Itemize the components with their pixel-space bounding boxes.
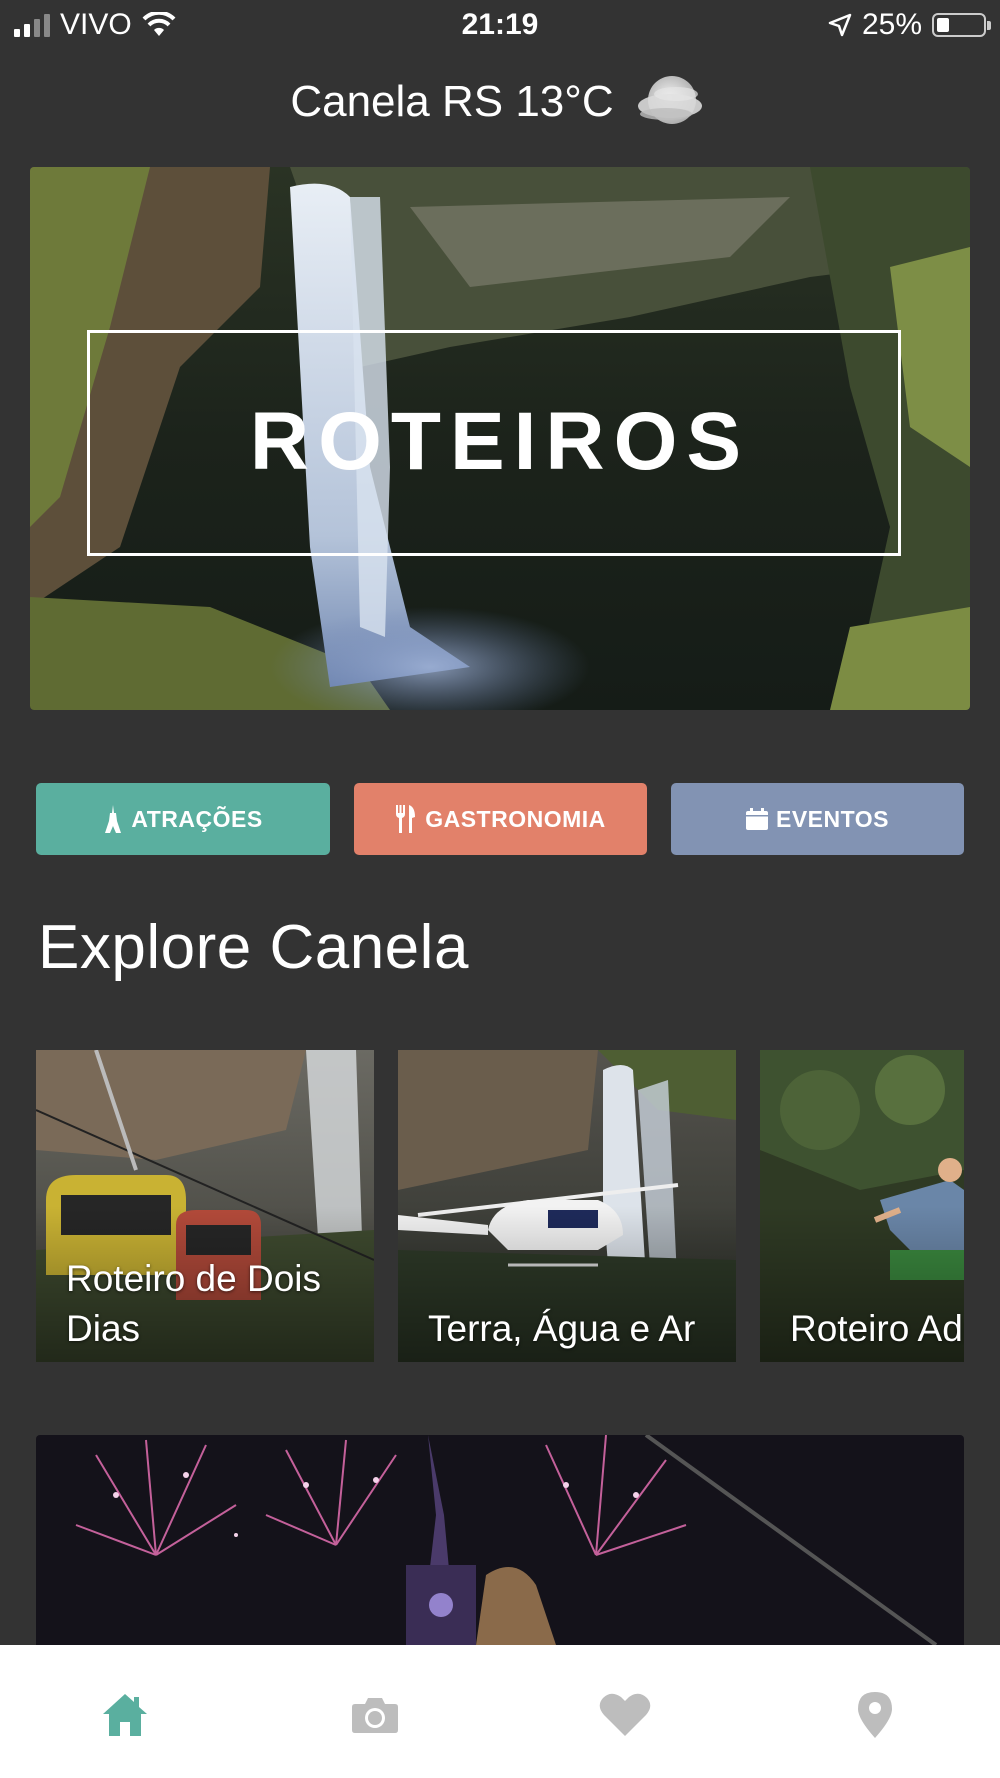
map-pin-icon — [858, 1692, 892, 1738]
card-roteiro-dois-dias[interactable]: Roteiro de Dois Dias — [36, 1050, 374, 1362]
tab-bar — [0, 1645, 1000, 1778]
card-label: Roteiro de Dois Dias — [66, 1258, 322, 1349]
weather-label: Canela RS 13°C — [290, 77, 614, 126]
tab-favorites[interactable] — [595, 1687, 655, 1743]
calendar-icon — [746, 808, 768, 830]
cloudy-night-icon — [637, 76, 702, 124]
atracoes-label: ATRAÇÕES — [131, 805, 263, 832]
fireworks-photo — [36, 1435, 964, 1645]
fork-knife-icon — [396, 805, 416, 833]
tower-icon — [105, 805, 122, 833]
eventos-label: EVENTOS — [776, 805, 889, 832]
status-right: 25% — [828, 8, 991, 42]
heart-icon — [599, 1693, 651, 1736]
event-banner[interactable] — [36, 1435, 964, 1645]
home-icon — [103, 1694, 147, 1736]
atracoes-button[interactable]: ATRAÇÕES — [36, 783, 330, 855]
eventos-button[interactable]: EVENTOS — [671, 783, 964, 855]
card-label: Terra, Água e Ar — [428, 1308, 696, 1349]
hero-title: ROTEIROS — [249, 396, 751, 487]
section-title: Explore Canela — [38, 913, 469, 982]
battery-percent: 25% — [861, 8, 922, 41]
hero-banner[interactable]: ROTEIROS — [30, 167, 970, 710]
weather-header: Canela RS 13°C — [0, 72, 1000, 132]
battery-icon — [932, 13, 991, 37]
tab-map[interactable] — [845, 1687, 905, 1743]
tab-home[interactable] — [95, 1687, 155, 1743]
camera-icon — [352, 1698, 398, 1733]
card-terra-agua-ar[interactable]: Terra, Água e Ar — [398, 1050, 736, 1362]
location-arrow-icon — [828, 13, 852, 37]
card-label: Roteiro Adrenalina — [790, 1308, 964, 1349]
gastronomia-label: GASTRONOMIA — [425, 805, 606, 832]
card-roteiro-adrenalina[interactable]: Roteiro Adrenalina — [760, 1050, 964, 1362]
gastronomia-button[interactable]: GASTRONOMIA — [354, 783, 647, 855]
status-bar: VIVO 21:19 25% — [0, 0, 1000, 52]
tab-camera[interactable] — [345, 1687, 405, 1743]
